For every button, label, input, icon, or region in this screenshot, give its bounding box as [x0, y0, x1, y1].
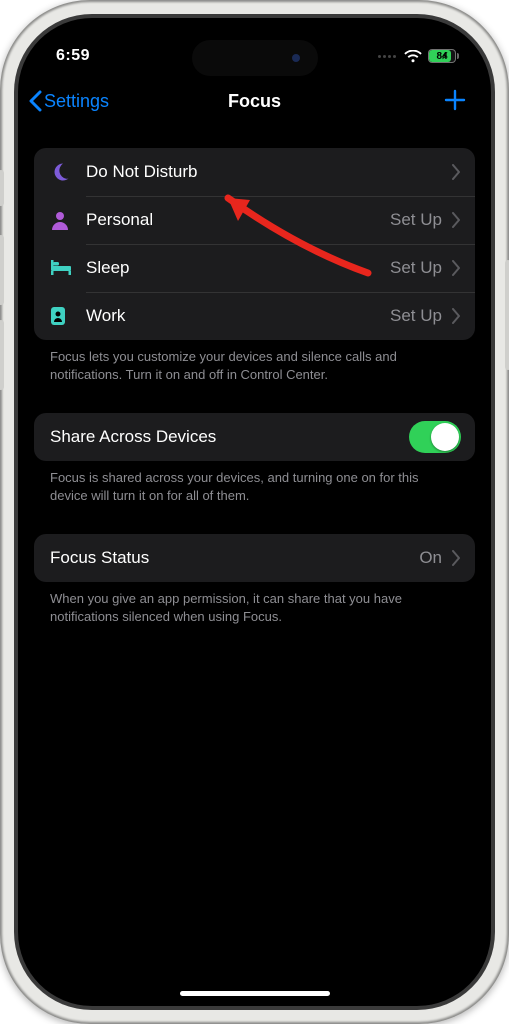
status-group: Focus Status On [34, 534, 475, 582]
row-label: Sleep [86, 258, 390, 278]
row-label: Share Across Devices [50, 427, 409, 447]
chevron-right-icon [452, 550, 461, 566]
battery-indicator: 84 ⚡︎ [428, 49, 459, 63]
bed-icon [50, 260, 86, 276]
chevron-left-icon [28, 90, 42, 112]
charging-bolt-icon: ⚡︎ [442, 51, 448, 62]
content-area: Do Not Disturb Personal Set Up [18, 128, 491, 625]
row-trailing: Set Up [390, 258, 442, 278]
volume-down-button [0, 320, 4, 390]
device-frame: 6:59 84 ⚡︎ [0, 0, 509, 1024]
add-button[interactable] [443, 85, 473, 117]
chevron-right-icon [452, 212, 461, 228]
status-time: 6:59 [56, 47, 90, 65]
chevron-right-icon [452, 164, 461, 180]
row-work[interactable]: Work Set Up [34, 292, 475, 340]
reception-icon [378, 55, 396, 58]
row-trailing: Set Up [390, 210, 442, 230]
row-personal[interactable]: Personal Set Up [34, 196, 475, 244]
plus-icon [443, 88, 467, 112]
badge-icon [50, 306, 86, 326]
row-sleep[interactable]: Sleep Set Up [34, 244, 475, 292]
chevron-right-icon [452, 260, 461, 276]
row-label: Do Not Disturb [86, 162, 442, 182]
person-icon [50, 210, 86, 230]
footer-share: Focus is shared across your devices, and… [34, 461, 475, 504]
row-focus-status[interactable]: Focus Status On [34, 534, 475, 582]
status-right: 84 ⚡︎ [378, 49, 459, 63]
wifi-icon [404, 50, 422, 63]
row-do-not-disturb[interactable]: Do Not Disturb [34, 148, 475, 196]
share-toggle[interactable] [409, 421, 461, 453]
toggle-knob [431, 423, 459, 451]
nav-bar: Settings Focus [18, 76, 491, 128]
footer-status: When you give an app permission, it can … [34, 582, 475, 625]
row-trailing: Set Up [390, 306, 442, 326]
camera-dot [292, 54, 300, 62]
mute-switch [0, 170, 4, 206]
screen: 6:59 84 ⚡︎ [18, 18, 491, 1006]
back-label: Settings [44, 91, 109, 112]
row-label: Work [86, 306, 390, 326]
row-label: Personal [86, 210, 390, 230]
row-share-across-devices: Share Across Devices [34, 413, 475, 461]
home-indicator[interactable] [180, 991, 330, 996]
share-group: Share Across Devices [34, 413, 475, 461]
chevron-right-icon [452, 308, 461, 324]
row-trailing: On [419, 548, 442, 568]
focus-modes-group: Do Not Disturb Personal Set Up [34, 148, 475, 340]
device-bezel: 6:59 84 ⚡︎ [14, 14, 495, 1010]
volume-up-button [0, 235, 4, 305]
dynamic-island [192, 40, 318, 76]
power-button [505, 260, 509, 370]
footer-modes: Focus lets you customize your devices an… [34, 340, 475, 383]
back-button[interactable]: Settings [28, 90, 109, 112]
row-label: Focus Status [50, 548, 419, 568]
moon-icon [50, 162, 86, 182]
